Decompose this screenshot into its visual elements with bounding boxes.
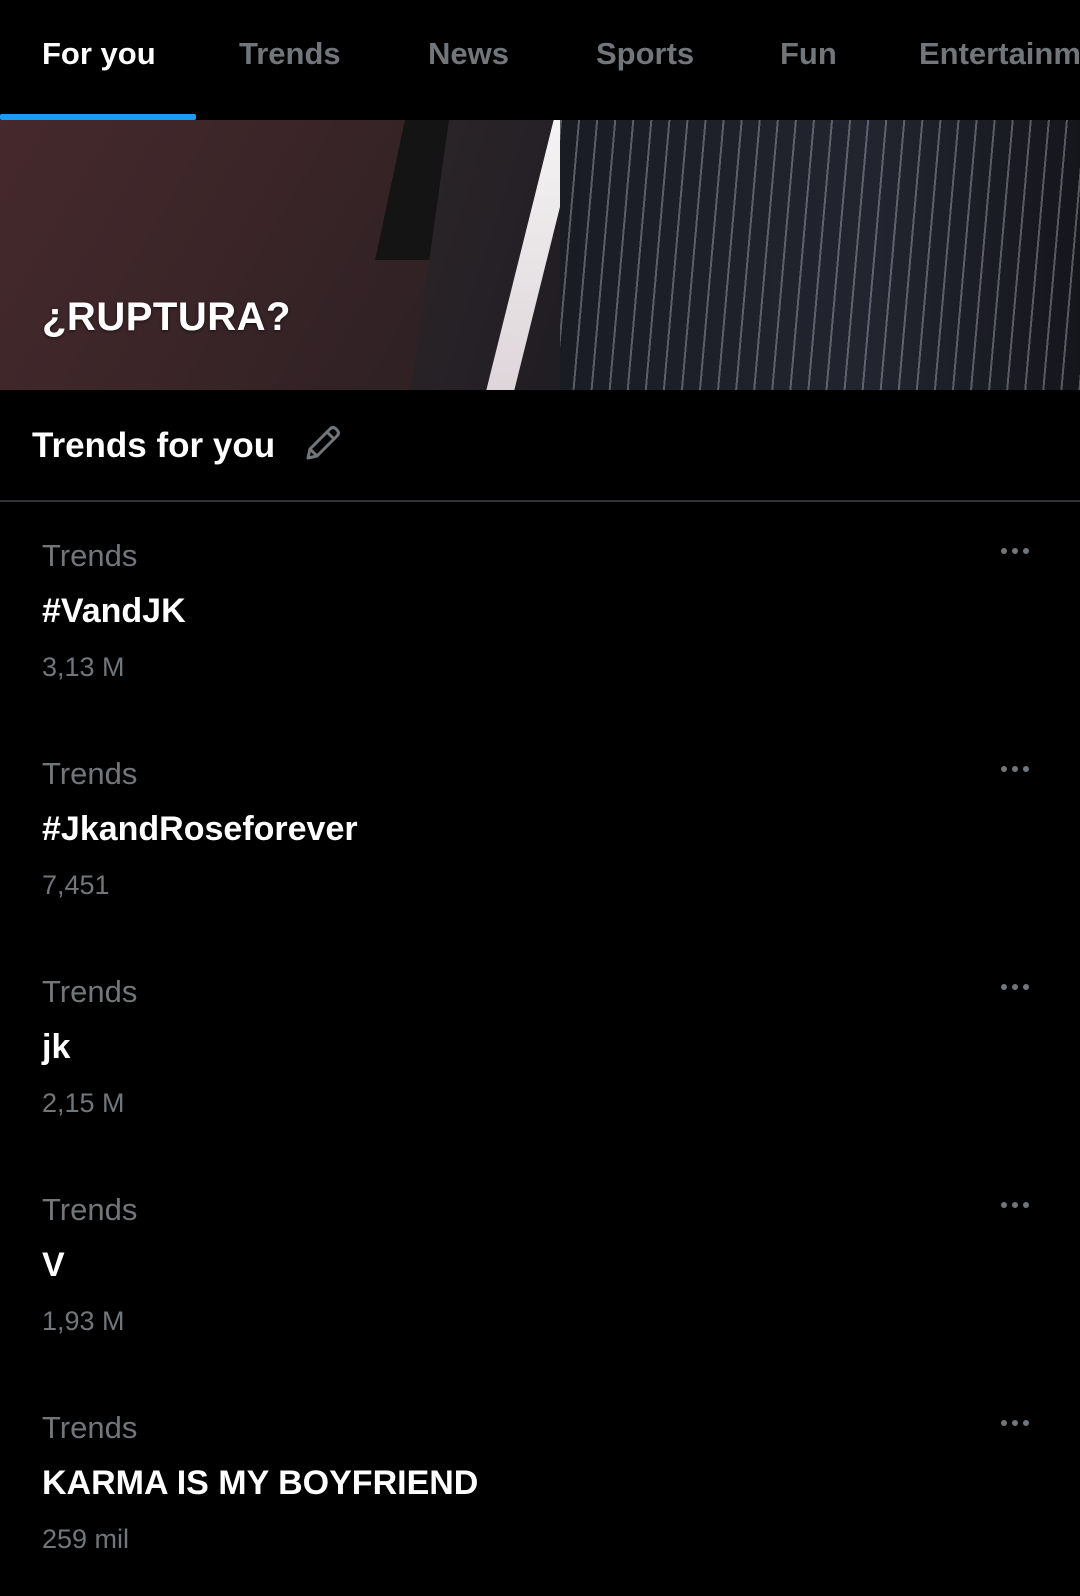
- trend-category: Trends: [42, 1192, 138, 1227]
- trends-section-header: Trends for you: [0, 390, 1080, 502]
- trend-category: Trends: [42, 538, 138, 573]
- trend-name: jk: [42, 1028, 71, 1066]
- featured-story-card[interactable]: ¿RUPTURA?: [0, 120, 1080, 390]
- featured-story-title: ¿RUPTURA?: [42, 295, 291, 339]
- more-options-icon[interactable]: [990, 1408, 1040, 1438]
- tab-for-you[interactable]: For you: [42, 36, 156, 72]
- pencil-icon[interactable]: [300, 420, 346, 466]
- trend-name: V: [42, 1246, 65, 1284]
- tab-news[interactable]: News: [428, 36, 509, 72]
- trend-post-count: 1,93 M: [42, 1306, 125, 1336]
- tab-trends[interactable]: Trends: [239, 36, 341, 72]
- trend-item[interactable]: Trends jk 2,15 M: [0, 938, 1080, 1152]
- trend-item[interactable]: Trends #JkandRoseforever 7,451: [0, 720, 1080, 934]
- trend-item[interactable]: Trends V 1,93 M: [0, 1156, 1080, 1370]
- tab-sports[interactable]: Sports: [596, 36, 694, 72]
- section-title: Trends for you: [32, 426, 276, 465]
- trend-post-count: 259 mil: [42, 1524, 130, 1554]
- trend-name: KARMA IS MY BOYFRIEND: [42, 1464, 479, 1502]
- more-options-icon[interactable]: [990, 754, 1040, 784]
- trend-name: #JkandRoseforever: [42, 810, 358, 848]
- trend-name: #VandJK: [42, 592, 186, 630]
- tab-entertainment[interactable]: Entertainm: [919, 36, 1080, 72]
- trend-post-count: 7,451: [42, 870, 110, 900]
- more-options-icon[interactable]: [990, 536, 1040, 566]
- trend-category: Trends: [42, 1410, 138, 1445]
- trend-category: Trends: [42, 974, 138, 1009]
- explore-tab-bar: For you Trends News Sports Fun Entertain…: [0, 0, 1080, 120]
- trend-item[interactable]: Trends #VandJK 3,13 M: [0, 502, 1080, 716]
- more-options-icon[interactable]: [990, 972, 1040, 1002]
- trend-post-count: 3,13 M: [42, 652, 125, 682]
- trend-category: Trends: [42, 756, 138, 791]
- trend-item[interactable]: Trends KARMA IS MY BOYFRIEND 259 mil: [0, 1374, 1080, 1588]
- more-options-icon[interactable]: [990, 1190, 1040, 1220]
- trend-post-count: 2,15 M: [42, 1088, 125, 1118]
- tab-fun[interactable]: Fun: [780, 36, 837, 72]
- hero-image-pinstripe-suit: [560, 120, 1080, 390]
